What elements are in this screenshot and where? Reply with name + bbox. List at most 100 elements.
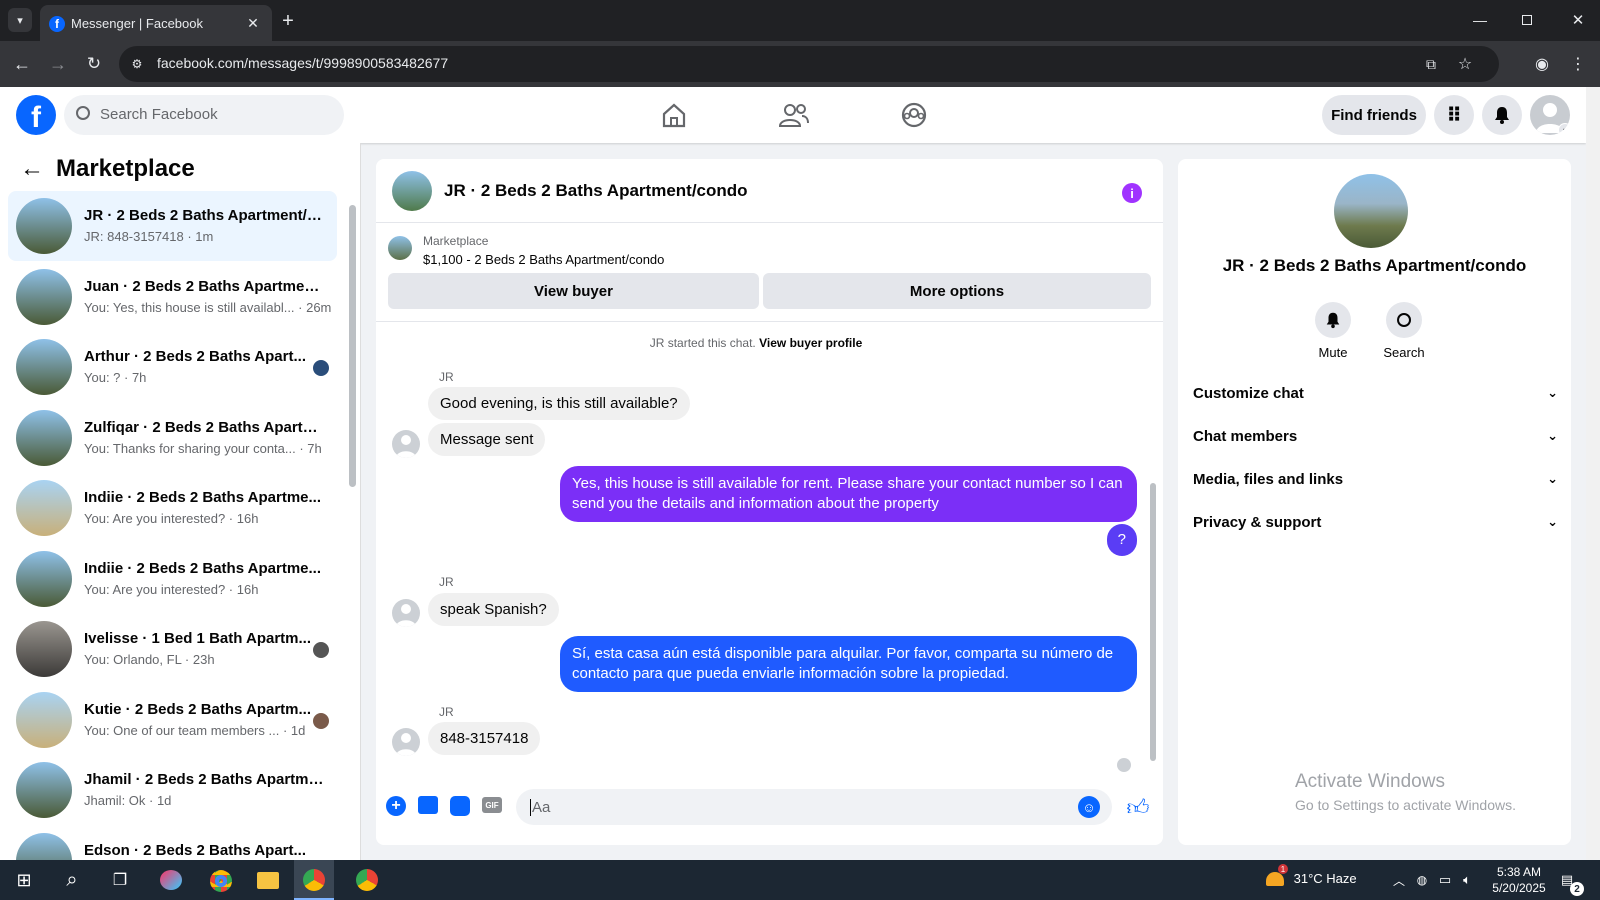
volume-icon[interactable]: 🔈︎ [1458,870,1476,890]
more-options-button[interactable]: More options [763,273,1151,309]
meet-now-icon[interactable]: ◍ [1414,870,1430,890]
conversation-thumbnail [16,550,72,607]
chrome-app-icon[interactable] [210,870,232,892]
sidebar-scrollbar[interactable] [349,205,356,487]
conversation-preview: You: Thanks for sharing your conta... · … [84,440,322,456]
conversation-thumbnail [16,621,72,677]
windows-start-icon[interactable]: ⊞ [8,864,40,896]
conversation-item[interactable]: Kutie · 2 Beds 2 Baths Apartm... You: One… [8,685,337,755]
bell-icon [1495,107,1509,124]
conversation-title: JR · 2 Beds 2 Baths Apartment/c... [84,207,324,224]
conversation-preview: You: Orlando, FL · 23h [84,652,215,667]
conversation-item[interactable]: JR · 2 Beds 2 Baths Apartment/c... JR: 84… [8,191,337,261]
groups-nav[interactable] [886,95,942,135]
emoji-icon[interactable]: ☺ [1078,796,1100,818]
reload-icon[interactable]: ↻ [82,52,106,76]
search-input[interactable]: Search Facebook [64,95,344,135]
search-in-chat-button[interactable] [1386,302,1422,338]
conversation-sidebar: ← Marketplace JR · 2 Beds 2 Baths Apartm… [0,143,361,860]
incoming-message[interactable]: Good evening, is this still available? [428,387,690,420]
close-tab-icon[interactable]: ✕ [244,14,262,32]
conversation-item[interactable]: Zulfiqar · 2 Beds 2 Baths Apartm... You: … [8,403,337,473]
thread-scrollbar[interactable] [1150,483,1156,761]
install-app-icon[interactable]: ⧉ [1419,52,1443,76]
mute-button[interactable] [1315,302,1351,338]
close-window-icon[interactable]: ✕ [1566,8,1590,32]
account-avatar[interactable]: ▾ [1530,95,1570,135]
restore-icon[interactable] [1522,15,1532,25]
chat-started-text: JR started this chat. [649,336,756,350]
search-icon [76,106,90,120]
chat-title[interactable]: JR · 2 Beds 2 Baths Apartment/condo [444,181,748,201]
outgoing-message[interactable]: Sí, esta casa aún está disponible para a… [560,636,1137,692]
site-info-icon[interactable]: ⚙ [125,52,149,76]
menu-grid-button[interactable]: ⠿ [1434,95,1474,135]
conversation-preview: You: Yes, this house is still availabl..… [84,299,332,315]
browser-tab[interactable]: f Messenger | Facebook ✕ [40,5,272,41]
message-input[interactable]: Aa ☺ [516,789,1112,825]
conversation-item[interactable]: Ivelisse · 1 Bed 1 Bath Apartm... You: Or… [8,614,337,684]
conversation-item[interactable]: Indiie · 2 Beds 2 Baths Apartme... You: A… [8,473,337,543]
conversation-item[interactable]: Arthur · 2 Beds 2 Baths Apart... You: ? ·… [8,332,337,402]
tray-chevron-icon[interactable]: ︿ [1390,870,1408,890]
view-buyer-button[interactable]: View buyer [388,273,759,309]
avatar-icon [396,733,416,756]
notifications-button[interactable] [1482,95,1522,135]
find-friends-button[interactable]: Find friends [1322,95,1426,135]
facebook-logo[interactable]: f [16,95,56,135]
bookmark-star-icon[interactable]: ☆ [1453,52,1477,76]
forward-icon[interactable]: → [46,52,70,76]
friends-nav[interactable] [766,95,822,135]
info-section-row[interactable]: Customize chat ⌄ [1193,385,1558,415]
info-icon[interactable]: i [1122,183,1142,203]
chrome-app-icon[interactable] [356,869,378,891]
conversation-thumbnail [16,198,72,254]
tab-search-button[interactable]: ▾ [8,8,32,32]
like-thumb-icon[interactable]: 👍︎ [1124,793,1152,821]
conversation-item[interactable]: Edson · 2 Beds 2 Baths Apart... [8,826,337,860]
minimize-icon[interactable]: — [1468,8,1492,32]
paint-app-icon[interactable] [160,870,182,890]
info-section-row[interactable]: Privacy & support ⌄ [1193,514,1558,544]
conversation-item[interactable]: Indiie · 2 Beds 2 Baths Apartme... You: A… [8,544,337,614]
back-icon[interactable]: ← [10,52,34,76]
gif-icon[interactable]: GIF [482,797,502,813]
network-icon[interactable]: ▭ [1436,870,1454,890]
address-bar[interactable]: ⚙ facebook.com/messages/t/99989005834826… [119,46,1499,82]
back-arrow-icon[interactable]: ← [18,155,46,183]
new-tab-icon[interactable]: + [276,9,300,33]
chrome-active-app[interactable] [294,860,334,900]
weather-widget[interactable]: 1 31°C Haze [1266,864,1357,892]
chrome-menu-icon[interactable]: ⋮ [1566,52,1590,76]
add-plus-icon[interactable]: + [386,796,406,816]
taskbar-search-icon[interactable]: ⌕ [56,864,88,896]
avatar-icon [396,604,416,627]
home-nav[interactable] [646,95,702,135]
sticker-icon[interactable] [450,796,470,816]
info-section-row[interactable]: Chat members ⌄ [1193,428,1558,458]
page-scrollbar[interactable] [1586,87,1600,860]
message-placeholder: Aa [530,799,551,816]
outgoing-message[interactable]: ? [1106,524,1137,556]
listing-label: Marketplace [423,234,489,248]
conversation-item[interactable]: Jhamil · 2 Beds 2 Baths Apartme... Jhamil… [8,755,337,825]
info-section-label: Customize chat [1193,385,1304,402]
outgoing-message[interactable]: Yes, this house is still available for r… [560,466,1137,522]
groups-icon [901,102,927,128]
conversation-item[interactable]: Juan · 2 Beds 2 Baths Apartment... You: Y… [8,262,337,332]
incoming-message[interactable]: Message sent [428,423,546,456]
incoming-message[interactable]: 848-3157418 [428,722,541,755]
seen-avatar [1117,758,1131,772]
incoming-message[interactable]: speak Spanish? [428,593,559,626]
url-text: facebook.com/messages/t/9998900583482677 [157,55,449,71]
avatar-icon [396,435,416,458]
info-section-row[interactable]: Media, files and links ⌄ [1193,471,1558,501]
clock[interactable]: 5:38 AM 5/20/2025 [1484,864,1554,896]
view-buyer-profile-link[interactable]: View buyer profile [759,336,862,350]
file-explorer-icon[interactable] [257,872,279,889]
more-options-label: More options [909,282,1005,300]
task-view-icon[interactable]: ❐ [104,864,136,896]
photo-icon[interactable] [418,796,438,814]
profile-icon[interactable]: ◉ [1530,52,1554,76]
chat-listing-avatar[interactable] [392,171,432,211]
